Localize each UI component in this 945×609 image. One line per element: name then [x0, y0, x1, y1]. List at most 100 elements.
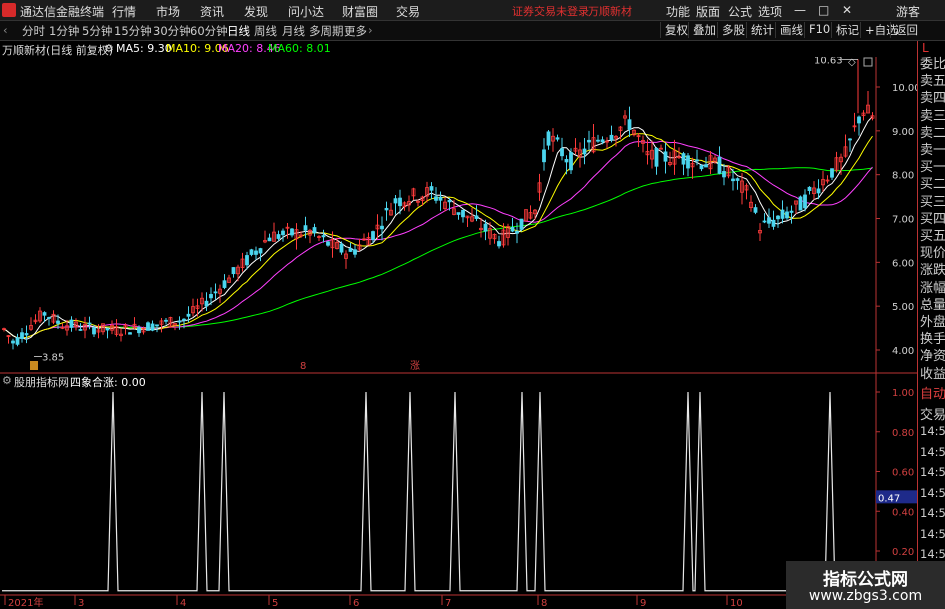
chart-title: 万顺新材(日线 前复权)	[2, 44, 114, 57]
menu-item-quotes[interactable]: 行情	[112, 3, 136, 20]
candle-body	[447, 199, 452, 203]
ma10-line	[3, 133, 873, 339]
trade-time-3: 14:56	[920, 485, 945, 500]
quote-field-9: 买四	[920, 211, 945, 227]
quote-field-11: 现价	[920, 246, 945, 262]
trade-time-0: 14:56	[920, 424, 945, 438]
menu-item-formula[interactable]: 公式	[728, 3, 752, 20]
minimize-button[interactable]: —	[794, 3, 806, 17]
multi-stock-button[interactable]: 多股	[717, 22, 749, 38]
tab-period-tick[interactable]: 分时	[22, 23, 45, 39]
candle-body	[654, 147, 659, 167]
tab-period-weekly[interactable]: 周线	[254, 23, 277, 39]
candle-body	[798, 196, 803, 211]
window-toggle-icon	[863, 57, 873, 67]
indicator-settings-icon[interactable]: ⚙	[2, 374, 12, 387]
candle-body	[326, 241, 330, 246]
quote-field-12: 涨跌	[920, 263, 945, 279]
mark-button[interactable]: 标记	[831, 22, 863, 38]
menu-item-function[interactable]: 功能	[666, 3, 690, 20]
candle-body	[164, 319, 168, 322]
menu-item-trade[interactable]: 交易	[396, 3, 420, 20]
candle-body	[312, 227, 317, 234]
tab-period-daily[interactable]: 日线	[227, 23, 250, 39]
back-button[interactable]: 返回	[890, 22, 922, 38]
chevron-right-icon[interactable]: ›	[368, 23, 373, 37]
kline-chart[interactable]: 10.00 9.00 8.00 7.00 6.00 5.00 4.00 1.00 0.80 0.6…	[0, 57, 917, 609]
quote-field-10: 买五	[920, 229, 945, 244]
candle-body	[128, 332, 132, 335]
candle-body	[785, 211, 789, 219]
candle-body	[290, 228, 294, 236]
candle-body	[560, 148, 564, 157]
overlay-button[interactable]: 叠加	[688, 22, 720, 38]
tab-period-multi[interactable]: 多周期	[309, 23, 344, 39]
candle-body	[105, 327, 110, 331]
settings-gear-icon[interactable]: ⚙	[104, 42, 114, 55]
candle-body	[249, 249, 254, 255]
candle-body	[150, 323, 155, 331]
indicator-tick-label: 1.00	[892, 388, 914, 399]
f10-button[interactable]: F10	[804, 22, 834, 38]
candle-body	[348, 248, 353, 252]
menu-item-wealth[interactable]: 财富圈	[342, 3, 378, 20]
tab-period-15min[interactable]: 15分钟	[114, 23, 152, 39]
candle-body	[303, 225, 308, 231]
quote-field-16: 换手	[920, 332, 945, 348]
date-label: 4	[180, 598, 186, 609]
app-logo-icon	[2, 3, 16, 17]
draw-line-button[interactable]: 画线	[775, 22, 807, 38]
tab-period-1min[interactable]: 1分钟	[49, 23, 79, 39]
price-tick-label: 9.00	[892, 127, 914, 138]
menu-item-options[interactable]: 选项	[758, 3, 782, 20]
tab-period-60min[interactable]: 60分钟	[190, 23, 228, 39]
tab-period-monthly[interactable]: 月线	[282, 23, 305, 39]
quote-field-15: 外盘	[920, 315, 945, 330]
candle-body	[546, 131, 551, 146]
current-value-label: 0.47	[878, 493, 900, 504]
maximize-button[interactable]: □	[818, 3, 829, 17]
candle-body	[281, 230, 285, 236]
event-marker-icon	[30, 361, 38, 370]
indicator-tick-label: 0.40	[892, 507, 914, 518]
trade-time-2: 14:56	[920, 465, 945, 479]
candle-body	[848, 138, 852, 141]
date-label: 2021年	[8, 596, 43, 609]
quote-field-8: 买三	[920, 194, 945, 210]
price-tick-label: 10.00	[892, 83, 917, 94]
candle-body	[87, 322, 92, 325]
candle-body	[704, 164, 708, 168]
quote-field-18: 收益	[920, 366, 945, 382]
current-stock-name: 万顺新材	[588, 5, 632, 18]
candle-body	[695, 159, 699, 162]
menu-item-news[interactable]: 资讯	[200, 3, 224, 20]
auto-trade-label-0[interactable]: 自动	[920, 383, 945, 402]
guest-label[interactable]: 游客	[896, 3, 920, 20]
watermark-url: www.zbgs3.com	[808, 588, 923, 604]
tab-period-30min[interactable]: 30分钟	[153, 23, 191, 39]
candle-body	[596, 139, 600, 142]
candle-body	[587, 139, 591, 143]
menu-item-market[interactable]: 市场	[156, 3, 180, 20]
menu-item-ask[interactable]: 问小达	[288, 3, 324, 20]
tab-period-more[interactable]: 更多	[344, 23, 367, 39]
candle-body	[857, 116, 861, 124]
date-label: 8	[541, 598, 547, 609]
quote-field-5: 卖一	[920, 143, 945, 158]
chevron-left-icon[interactable]: ‹	[3, 23, 8, 37]
close-button[interactable]: ✕	[842, 3, 852, 17]
high-price-label: 10.63	[814, 57, 843, 66]
tab-period-5min[interactable]: 5分钟	[82, 23, 112, 39]
candle-body	[456, 212, 461, 215]
menu-item-discover[interactable]: 发现	[244, 3, 268, 20]
trade-time-5: 14:56	[920, 526, 945, 541]
statistics-button[interactable]: 统计	[746, 22, 778, 38]
candle-body	[510, 226, 515, 232]
menu-item-layout[interactable]: 版面	[696, 3, 720, 20]
candle-body	[681, 153, 686, 165]
candle-body	[555, 137, 560, 140]
candle-body	[735, 178, 740, 181]
price-tick-label: 8.00	[892, 171, 914, 182]
candle-body	[722, 171, 726, 178]
login-notice[interactable]: 证券交易未登录	[512, 3, 589, 19]
